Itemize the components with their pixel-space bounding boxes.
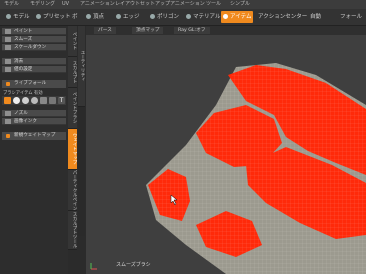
toolbar-preset-label: プリセット	[43, 14, 71, 20]
menu-tools[interactable]: ツール	[206, 0, 221, 9]
toolbar-item-button[interactable]: アイテム	[221, 11, 254, 23]
erase-button-label: 消去	[14, 59, 24, 64]
3d-viewport[interactable]: パース 頂点マップ Ray GL:オフ スムーズブラシ	[86, 26, 366, 274]
smudge-brush-icon[interactable]	[22, 97, 29, 104]
toolbar-bo-button[interactable]: ボ	[70, 11, 80, 23]
text-brush-icon[interactable]: T	[58, 97, 65, 104]
scale-down-button-label: スケールダウン	[14, 45, 47, 50]
toolbar-vertex-label: 頂点	[93, 14, 105, 20]
toolbar-material-label: マテリアル	[193, 14, 221, 20]
tab-utility[interactable]: ユーティリティ	[78, 26, 85, 107]
menu-animation[interactable]: アニメーション	[80, 0, 115, 9]
toolbar-vertex-button[interactable]: 頂点	[84, 11, 106, 23]
edge-icon	[116, 14, 121, 19]
view-raygl-tab[interactable]: Ray GL:オフ	[174, 27, 210, 34]
set-value-button-label: 値の設定	[14, 67, 33, 72]
set-value-icon	[5, 67, 11, 72]
weight-map-icon	[6, 134, 10, 138]
toolbar-polygon-button[interactable]: ポリゴン	[148, 11, 181, 23]
menu-layout[interactable]: レイアウト	[115, 0, 140, 9]
axis-gizmo-icon	[90, 263, 97, 270]
toolbar-polygon-label: ポリゴン	[157, 14, 180, 20]
viewport-header: パース 頂点マップ Ray GL:オフ	[86, 26, 366, 35]
view-perspective-tab[interactable]: パース	[94, 27, 116, 34]
vertical-tab-strip: ペイント スカルプト ペイントブラシ ウェイトマップ パーティクルペイント スカ…	[68, 26, 77, 250]
item-icon	[223, 14, 228, 19]
tab-paint[interactable]: ペイント	[68, 26, 77, 57]
paint-icon	[5, 29, 11, 34]
tab-weight-map[interactable]: ウェイトマップ	[68, 129, 77, 170]
erase-button[interactable]: 消去	[2, 58, 66, 65]
toolbar-falloff-button[interactable]: フォール	[338, 11, 364, 23]
live-falloff-toggle[interactable]: ライブフォール	[2, 80, 66, 88]
solid-brush-icon[interactable]	[4, 97, 11, 104]
view-vertex-map-tab[interactable]: 頂点マップ	[132, 27, 164, 34]
smooth-button[interactable]: スムーズ	[2, 36, 66, 43]
toggle-icon	[6, 82, 10, 86]
new-weight-map-button[interactable]: 新規ウェイトマップ	[2, 132, 66, 140]
left-tool-panel: ペイント スムーズ スケールダウン 消去 値の設定 ライブフォール ブラシアイテ…	[0, 26, 68, 274]
soft-brush-icon[interactable]	[13, 97, 20, 104]
erase-icon	[5, 59, 11, 64]
blur-brush-icon[interactable]	[31, 97, 38, 104]
scale-down-icon	[5, 45, 11, 50]
menu-model[interactable]: モデル	[4, 0, 19, 9]
toolbar-action-center-button[interactable]: アクションセンター	[256, 11, 309, 23]
menu-bar: モデル モデリング UV アニメーション レイアウト セットアップ アニメーショ…	[0, 0, 366, 9]
toolbar-item-label: アイテム	[230, 14, 252, 20]
model-icon	[6, 14, 11, 19]
material-icon	[186, 14, 191, 19]
toolbar-bo-label: ボ	[72, 14, 78, 20]
square-brush-icon[interactable]	[40, 97, 47, 104]
toolbar-material-button[interactable]: マテリアル	[184, 11, 222, 23]
scale-down-button[interactable]: スケールダウン	[2, 44, 66, 51]
toolbar-auto-label: 自動	[310, 14, 322, 20]
toolbar-action-center-label: アクションセンター	[258, 14, 308, 20]
menu-modeling[interactable]: モデリング	[30, 0, 55, 9]
toolbar-edge-button[interactable]: エッジ	[114, 11, 142, 23]
image-ink-icon	[5, 119, 11, 124]
nozzle-icon	[5, 111, 11, 116]
menu-setup[interactable]: セットアップ	[140, 0, 170, 9]
set-value-button[interactable]: 値の設定	[2, 66, 66, 73]
toolbar-auto-button[interactable]: 自動	[308, 11, 323, 23]
texture-brush-icon[interactable]	[49, 97, 56, 104]
paint-button-label: ペイント	[14, 29, 33, 34]
image-ink-button-label: 画像インク	[14, 119, 37, 124]
menu-animation-2[interactable]: アニメーション	[170, 0, 205, 9]
terrain-mesh[interactable]	[86, 35, 366, 274]
toolbar-model-label: モデル	[13, 14, 30, 20]
toolbar-falloff-label: フォール	[340, 14, 363, 20]
tab-sculpt-tools[interactable]: スカルプトツール	[68, 211, 77, 250]
nozzle-button-label: ノズル	[14, 111, 28, 116]
tab-paint-brush[interactable]: ペイントブラシ	[68, 88, 77, 129]
polygon-icon	[150, 14, 155, 19]
nozzle-button[interactable]: ノズル	[2, 110, 66, 117]
toolbar-model-button[interactable]: モデル	[4, 11, 32, 23]
image-ink-button[interactable]: 画像インク	[2, 118, 66, 125]
live-falloff-label: ライブフォール	[14, 81, 47, 86]
secondary-tab-strip: ユーティリティ	[78, 26, 85, 236]
tab-particle-paint[interactable]: パーティクルペイント	[68, 170, 77, 211]
vertex-icon	[86, 14, 91, 19]
menu-simple[interactable]: シンプル	[230, 0, 250, 9]
paint-button[interactable]: ペイント	[2, 28, 66, 35]
smooth-button-label: スムーズ	[14, 37, 33, 42]
toolbar: モデル プリセット ボ 頂点 エッジ ポリゴン マテリアル アイテム アクション…	[0, 9, 366, 26]
smooth-icon	[5, 37, 11, 42]
menu-uv[interactable]: UV	[62, 0, 69, 9]
brush-icon-row: T	[2, 96, 66, 105]
new-weight-map-label: 新規ウェイトマップ	[14, 133, 56, 138]
brush-name-label: スムーズブラシ	[116, 262, 151, 268]
toolbar-preset-button[interactable]: プリセット	[34, 11, 73, 23]
preset-icon	[36, 14, 41, 19]
tab-sculpt[interactable]: スカルプト	[68, 57, 77, 88]
toolbar-edge-label: エッジ	[123, 14, 140, 20]
